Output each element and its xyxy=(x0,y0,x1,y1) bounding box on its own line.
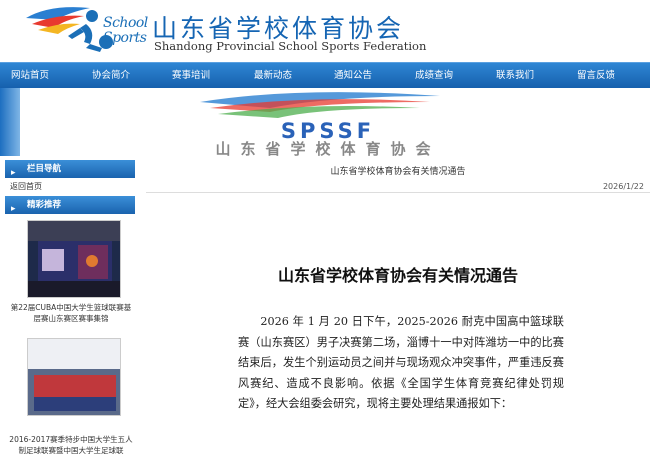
nav-feedback[interactable]: 留言反馈 xyxy=(577,63,615,89)
nav-about[interactable]: 协会简介 xyxy=(92,63,130,89)
nav-results[interactable]: 成绩查询 xyxy=(415,63,453,89)
main-nav: 网站首页 协会简介 赛事培训 最新动态 通知公告 成绩查询 联系我们 留言反馈 xyxy=(0,62,650,88)
back-home-link[interactable]: 返回首页 xyxy=(10,181,42,192)
football-event-photo xyxy=(28,339,120,415)
article-date: 2026/1/22 xyxy=(602,182,644,191)
article-breadcrumb-title: 山东省学校体育协会有关情况通告 xyxy=(330,167,466,177)
sidebar-nav-heading: ▸ 栏目导航 xyxy=(5,160,135,178)
site-header: School Sports 山东省学校体育协会 Shandong Provinc… xyxy=(0,0,650,62)
nav-notices[interactable]: 通知公告 xyxy=(334,63,372,89)
featured-caption-2[interactable]: 2016-2017赛季特步中国大学生五人制足球联赛暨中国大学生足球联 xyxy=(7,434,135,456)
arrow-icon: ▸ xyxy=(11,168,16,178)
sidebar-nav-heading-label: 栏目导航 xyxy=(27,164,62,174)
site-subtitle: Shandong Provincial School Sports Federa… xyxy=(154,39,427,53)
featured-caption-1[interactable]: 第22届CUBA中国大学生篮球联赛基层赛山东赛区赛事集锦 xyxy=(7,302,135,324)
arrow-icon: ▸ xyxy=(11,204,16,214)
divider xyxy=(146,192,650,193)
nav-latest-news[interactable]: 最新动态 xyxy=(254,63,292,89)
logo-school-text: School xyxy=(103,15,148,31)
banner-title: 山东省学校体育协会 xyxy=(215,140,440,156)
featured-thumbnail-2[interactable] xyxy=(27,338,121,416)
featured-thumbnail-1[interactable] xyxy=(27,220,121,298)
nav-home[interactable]: 网站首页 xyxy=(11,63,49,89)
article-body: 2026 年 1 月 20 日下午，2025-2026 耐克中国高中篮球联赛（山… xyxy=(238,315,564,410)
basketball-event-photo xyxy=(28,221,120,297)
sidebar: ▸ 栏目导航 返回首页 ▸ 精彩推荐 第22届CUBA中国大学生篮球联赛基层赛山… xyxy=(5,158,135,455)
nav-contact[interactable]: 联系我们 xyxy=(496,63,534,89)
sidebar-featured-heading: ▸ 精彩推荐 xyxy=(5,196,135,214)
banner-graphic: SPSSF 山东省学校体育协会 xyxy=(200,92,440,156)
sidebar-featured-heading-label: 精彩推荐 xyxy=(27,200,62,210)
logo-sports-text: Sports xyxy=(103,30,147,46)
main-content: 山东省学校体育协会有关情况通告 2026/1/22 山东省学校体育协会有关情况通… xyxy=(146,158,650,448)
page-banner: SPSSF 山东省学校体育协会 xyxy=(0,88,650,156)
nav-events-training[interactable]: 赛事培训 xyxy=(172,63,210,89)
article-title: 山东省学校体育协会有关情况通告 xyxy=(277,266,518,285)
